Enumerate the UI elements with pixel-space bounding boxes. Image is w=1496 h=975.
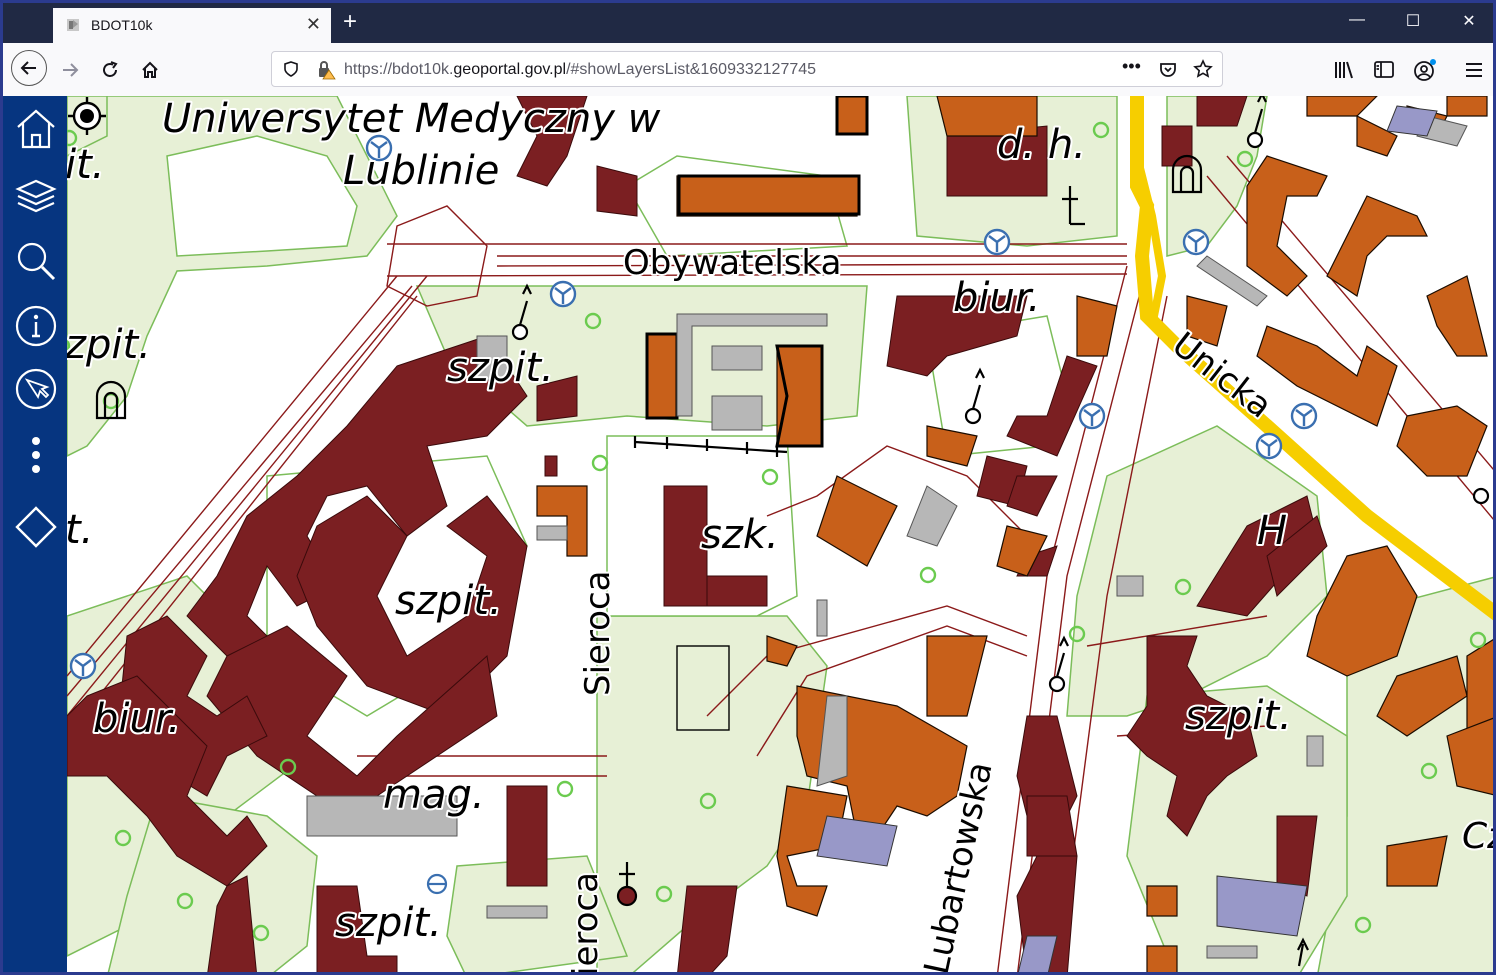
- label-mag: mag.: [383, 772, 485, 818]
- tab-close-icon[interactable]: ✕: [306, 14, 321, 35]
- insecure-lock-warning-icon[interactable]: [316, 60, 336, 80]
- minimize-button[interactable]: —: [1343, 11, 1371, 29]
- label-it-edge: it.: [67, 142, 105, 188]
- url-text: https://bdot10k.geoportal.gov.pl/#showLa…: [344, 61, 817, 78]
- info-button[interactable]: [11, 301, 61, 351]
- tracking-shield-icon[interactable]: [282, 60, 300, 78]
- label-biur-1: biur.: [953, 275, 1040, 321]
- account-icon[interactable]: [1413, 58, 1437, 82]
- topographic-map: Uniwersytet Medyczny w Lublinie Obywatel…: [67, 96, 1496, 975]
- more-tools-button[interactable]: [11, 430, 61, 480]
- diamond-extent-icon: [15, 506, 57, 548]
- arrow-right-icon: [63, 63, 79, 77]
- label-university-line2: Lublinie: [343, 148, 499, 194]
- extent-button[interactable]: [11, 502, 61, 552]
- home-icon: [17, 109, 55, 149]
- info-icon: [15, 305, 57, 347]
- reload-icon: [103, 61, 118, 77]
- more-vertical-icon: [32, 437, 40, 473]
- home-icon: [142, 61, 158, 78]
- label-cz-edge: Cz: [1462, 816, 1496, 857]
- label-szk: szk.: [701, 512, 779, 558]
- label-zpit-edge: zpit.: [67, 322, 151, 368]
- maximize-button[interactable]: ☐: [1399, 11, 1427, 31]
- menu-hamburger-icon[interactable]: [1463, 59, 1485, 81]
- select-tool-button[interactable]: [11, 364, 61, 414]
- map-canvas[interactable]: Uniwersytet Medyczny w Lublinie Obywatel…: [67, 96, 1496, 975]
- geolocate-icon[interactable]: [67, 96, 107, 136]
- close-window-button[interactable]: ✕: [1455, 11, 1483, 31]
- bookmark-star-icon[interactable]: [1193, 59, 1213, 79]
- label-hospital-h: H: [1257, 508, 1287, 554]
- label-dh: d. h.: [997, 122, 1086, 168]
- reload-button[interactable]: [95, 55, 125, 85]
- label-biur-2: biur.: [93, 696, 180, 742]
- address-bar[interactable]: https://bdot10k.geoportal.gov.pl/#showLa…: [271, 51, 1223, 87]
- library-icon[interactable]: [1333, 59, 1355, 81]
- search-button[interactable]: [11, 236, 61, 286]
- label-szpit-3: szpit.: [1185, 693, 1292, 739]
- label-t-edge: t.: [67, 507, 93, 553]
- site-favicon-icon: [67, 19, 79, 31]
- label-szpit-2: szpit.: [395, 578, 502, 624]
- page-actions-icon[interactable]: •••: [1122, 56, 1141, 77]
- home-button[interactable]: [135, 55, 165, 85]
- tab-bdot10k[interactable]: BDOT10k ✕: [53, 8, 331, 43]
- map-tool-sidebar: [3, 96, 67, 972]
- new-tab-button[interactable]: +: [343, 9, 357, 35]
- label-street-obywatelska: Obywatelska: [623, 243, 841, 283]
- navigation-toolbar: https://bdot10k.geoportal.gov.pl/#showLa…: [3, 43, 1493, 97]
- label-szpit-1: szpit.: [447, 345, 554, 391]
- back-button[interactable]: [11, 50, 47, 86]
- layers-button[interactable]: [11, 170, 61, 220]
- sidebar-toggle-icon[interactable]: [1373, 59, 1395, 81]
- pointer-select-icon: [15, 368, 57, 410]
- layers-icon: [15, 179, 57, 213]
- home-view-button[interactable]: [11, 104, 61, 154]
- tab-title: BDOT10k: [91, 17, 153, 33]
- title-bar: BDOT10k ✕ + — ☐ ✕: [3, 3, 1493, 43]
- label-university-line1: Uniwersytet Medyczny w: [162, 96, 661, 142]
- label-street-sieroca: Sieroca: [578, 570, 618, 696]
- label-street-sieroca-2: ieroca: [566, 872, 606, 975]
- pocket-icon[interactable]: [1158, 60, 1178, 80]
- forward-button[interactable]: [55, 55, 85, 85]
- browser-window: BDOT10k ✕ + — ☐ ✕ https://bdot10k.geopor…: [0, 0, 1496, 975]
- label-szpit-4: szpit.: [335, 900, 442, 946]
- search-icon: [17, 242, 56, 281]
- arrow-left-icon: [20, 61, 36, 75]
